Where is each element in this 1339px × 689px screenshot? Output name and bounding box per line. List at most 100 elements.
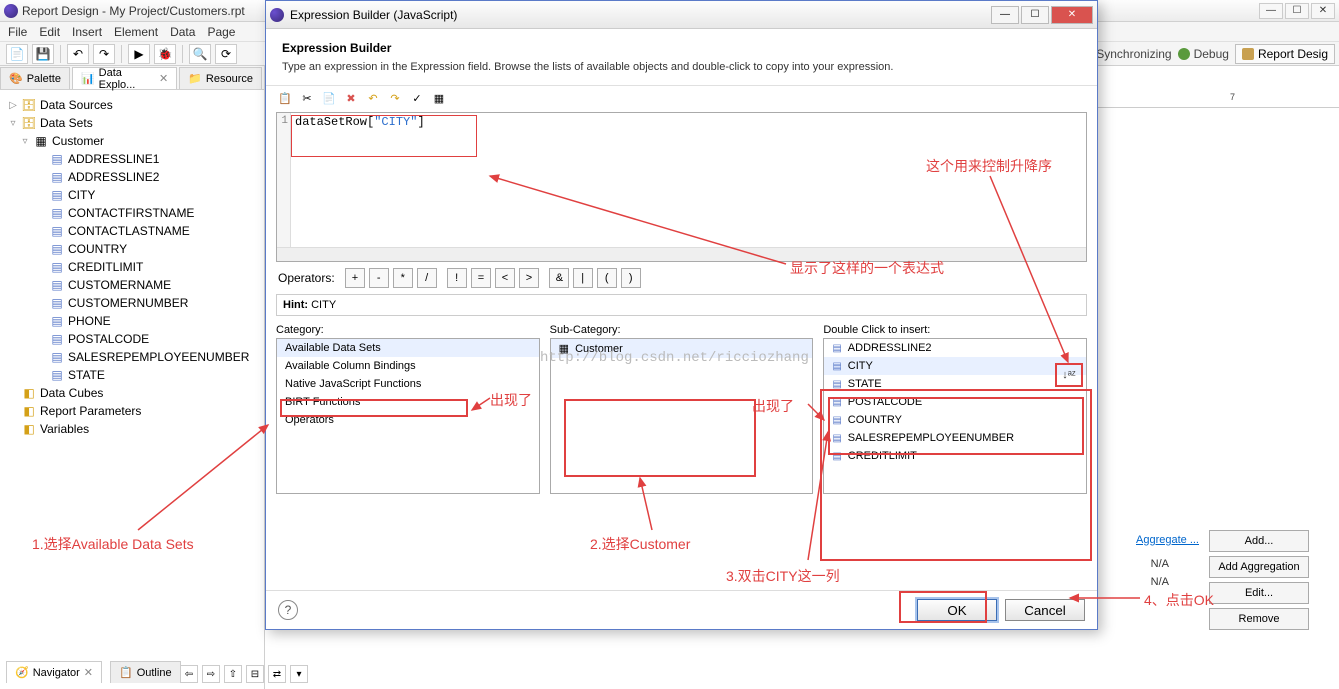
- maximize-button[interactable]: ☐: [1285, 3, 1309, 19]
- help-icon[interactable]: ?: [278, 600, 298, 620]
- expression-textarea[interactable]: 1 dataSetRow["CITY"]: [276, 112, 1087, 262]
- tree-field[interactable]: ▤POSTALCODE: [4, 330, 260, 348]
- close-icon[interactable]: ✕: [84, 666, 93, 679]
- tree-field[interactable]: ▤ADDRESSLINE2: [4, 168, 260, 186]
- list-item[interactable]: ▦Customer: [551, 339, 813, 358]
- horizontal-scrollbar[interactable]: [277, 247, 1086, 261]
- menu-page[interactable]: Page: [207, 25, 235, 39]
- op-not[interactable]: !: [447, 268, 467, 288]
- add-button[interactable]: Add...: [1209, 530, 1309, 552]
- tab-resource[interactable]: 📁 Resource: [179, 67, 262, 89]
- search-icon[interactable]: 🔍: [189, 44, 211, 64]
- close-icon[interactable]: ✕: [159, 72, 168, 85]
- redo-icon[interactable]: ↷: [386, 89, 404, 107]
- tab-palette[interactable]: 🎨 Palette: [0, 67, 70, 89]
- op-and[interactable]: &: [549, 268, 569, 288]
- menu-file[interactable]: File: [8, 25, 27, 39]
- op-div[interactable]: /: [417, 268, 437, 288]
- category-listbox[interactable]: Available Data Sets Available Column Bin…: [276, 338, 540, 494]
- validate-icon[interactable]: ✓: [408, 89, 426, 107]
- close-button[interactable]: ✕: [1311, 3, 1335, 19]
- cancel-button[interactable]: Cancel: [1005, 599, 1085, 621]
- dialog-maximize-button[interactable]: ☐: [1021, 6, 1049, 24]
- dialog-close-button[interactable]: ✕: [1051, 6, 1093, 24]
- insert-listbox[interactable]: ▤ADDRESSLINE2 ▤CITY ▤STATE ▤POSTALCODE ▤…: [823, 338, 1087, 494]
- remove-button[interactable]: Remove: [1209, 608, 1309, 630]
- forward-icon[interactable]: ⇨: [202, 665, 220, 683]
- tab-navigator[interactable]: 🧭 Navigator ✕: [6, 661, 102, 683]
- redo-icon[interactable]: ↷: [93, 44, 115, 64]
- tree-report-parameters[interactable]: ◧Report Parameters: [4, 402, 260, 420]
- subcategory-listbox[interactable]: ▦Customer: [550, 338, 814, 494]
- list-item[interactable]: ▤SALESREPEMPLOYEENUMBER: [824, 429, 1086, 447]
- op-gt[interactable]: >: [519, 268, 539, 288]
- menu-icon[interactable]: ▾: [290, 665, 308, 683]
- menu-element[interactable]: Element: [114, 25, 158, 39]
- ok-button[interactable]: OK: [917, 599, 997, 621]
- sort-az-icon[interactable]: ↓ᵃᶻ: [1062, 369, 1076, 381]
- tree-field[interactable]: ▤PHONE: [4, 312, 260, 330]
- op-plus[interactable]: +: [345, 268, 365, 288]
- list-item[interactable]: Available Data Sets: [277, 339, 539, 357]
- paste-icon[interactable]: 📄: [320, 89, 338, 107]
- refresh-icon[interactable]: ⟳: [215, 44, 237, 64]
- calendar-icon[interactable]: ▦: [430, 89, 448, 107]
- undo-icon[interactable]: ↶: [67, 44, 89, 64]
- op-lt[interactable]: <: [495, 268, 515, 288]
- list-item[interactable]: ▤COUNTRY: [824, 411, 1086, 429]
- list-item[interactable]: ▤CREDITLIMIT: [824, 447, 1086, 465]
- tree-field[interactable]: ▤CUSTOMERNAME: [4, 276, 260, 294]
- list-item[interactable]: Native JavaScript Functions: [277, 375, 539, 393]
- tree-field[interactable]: ▤CUSTOMERNUMBER: [4, 294, 260, 312]
- report-design-perspective[interactable]: Report Desig: [1235, 44, 1335, 64]
- op-rparen[interactable]: ): [621, 268, 641, 288]
- save-icon[interactable]: 💾: [32, 44, 54, 64]
- tree-data-cubes[interactable]: ◧Data Cubes: [4, 384, 260, 402]
- back-icon[interactable]: ⇦: [180, 665, 198, 683]
- tab-data-explorer[interactable]: 📊 Data Explo... ✕: [72, 67, 177, 89]
- tree-field[interactable]: ▤CONTACTLASTNAME: [4, 222, 260, 240]
- tree-field[interactable]: ▤SALESREPEMPLOYEENUMBER: [4, 348, 260, 366]
- link-icon[interactable]: ⇄: [268, 665, 286, 683]
- tree-field[interactable]: ▤COUNTRY: [4, 240, 260, 258]
- list-item[interactable]: ▤CITY: [824, 357, 1086, 375]
- up-icon[interactable]: ⇧: [224, 665, 242, 683]
- tree-data-sets[interactable]: ▿🗄Data Sets: [4, 114, 260, 132]
- tree-field[interactable]: ▤CITY: [4, 186, 260, 204]
- tab-outline[interactable]: 📋 Outline: [110, 661, 181, 683]
- new-icon[interactable]: 📄: [6, 44, 28, 64]
- menu-data[interactable]: Data: [170, 25, 195, 39]
- op-eq[interactable]: =: [471, 268, 491, 288]
- list-item[interactable]: ▤STATE: [824, 375, 1086, 393]
- tree-field[interactable]: ▤STATE: [4, 366, 260, 384]
- list-item[interactable]: Available Column Bindings: [277, 357, 539, 375]
- list-item[interactable]: ▤ADDRESSLINE2: [824, 339, 1086, 357]
- debug-perspective[interactable]: Debug: [1178, 47, 1229, 61]
- tree-variables[interactable]: ◧Variables: [4, 420, 260, 438]
- list-item[interactable]: BIRT Functions: [277, 393, 539, 411]
- tree-customer[interactable]: ▿▦Customer: [4, 132, 260, 150]
- list-item[interactable]: Operators: [277, 411, 539, 429]
- cut-icon[interactable]: ✂: [298, 89, 316, 107]
- delete-icon[interactable]: ✖: [342, 89, 360, 107]
- minimize-button[interactable]: —: [1259, 3, 1283, 19]
- list-item[interactable]: ▤POSTALCODE: [824, 393, 1086, 411]
- tree-field[interactable]: ▤ADDRESSLINE1: [4, 150, 260, 168]
- dialog-minimize-button[interactable]: —: [991, 6, 1019, 24]
- collapse-icon[interactable]: ⊟: [246, 665, 264, 683]
- add-aggregation-button[interactable]: Add Aggregation: [1209, 556, 1309, 578]
- debug-icon[interactable]: 🐞: [154, 44, 176, 64]
- undo-icon[interactable]: ↶: [364, 89, 382, 107]
- tree-field[interactable]: ▤CONTACTFIRSTNAME: [4, 204, 260, 222]
- op-mult[interactable]: *: [393, 268, 413, 288]
- op-minus[interactable]: -: [369, 268, 389, 288]
- tree-data-sources[interactable]: ▷🗄Data Sources: [4, 96, 260, 114]
- op-lparen[interactable]: (: [597, 268, 617, 288]
- edit-button[interactable]: Edit...: [1209, 582, 1309, 604]
- menu-insert[interactable]: Insert: [72, 25, 102, 39]
- menu-edit[interactable]: Edit: [39, 25, 60, 39]
- tree-field[interactable]: ▤CREDITLIMIT: [4, 258, 260, 276]
- op-or[interactable]: |: [573, 268, 593, 288]
- run-icon[interactable]: ▶: [128, 44, 150, 64]
- copy-icon[interactable]: 📋: [276, 89, 294, 107]
